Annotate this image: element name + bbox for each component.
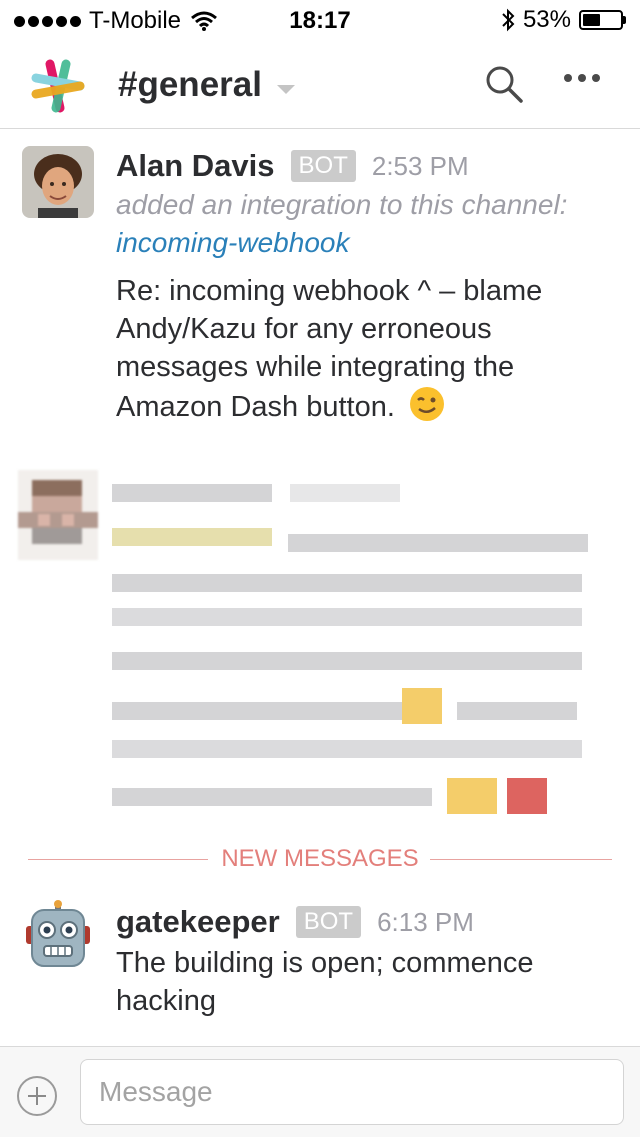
plus-icon[interactable] xyxy=(17,1076,57,1116)
message-text: Re: incoming webhook ^ – blame Andy/Kazu… xyxy=(116,272,620,426)
avatar[interactable] xyxy=(22,146,94,218)
system-message: added an integration to this channel: in… xyxy=(116,186,620,262)
slack-logo[interactable] xyxy=(28,56,88,116)
message-text: The building is open; commence hacking xyxy=(116,947,534,1017)
message-time: 6:13 PM xyxy=(377,906,474,937)
message-input[interactable] xyxy=(80,1059,624,1125)
wink-emoji xyxy=(409,387,444,421)
battery-icon xyxy=(579,10,623,30)
blurred-avatar xyxy=(18,470,98,560)
status-bar: T-Mobile 18:17 53% xyxy=(0,0,640,40)
message-composer xyxy=(0,1046,640,1137)
divider-label: NEW MESSAGES xyxy=(215,845,425,872)
system-text: added an integration to this channel: xyxy=(116,189,568,220)
channel-header: #general xyxy=(0,40,640,129)
blurred-message xyxy=(112,478,602,823)
author-name[interactable]: gatekeeper xyxy=(116,904,280,940)
bot-badge: BOT xyxy=(290,150,356,182)
message-body: Re: incoming webhook ^ – blame Andy/Kazu… xyxy=(116,275,543,423)
status-right: 53% xyxy=(501,6,626,34)
robot-icon[interactable] xyxy=(22,900,94,972)
bot-badge: BOT xyxy=(295,906,362,938)
chevron-down-icon[interactable] xyxy=(276,84,296,96)
channel-title[interactable]: #general xyxy=(118,65,262,105)
integration-link[interactable]: incoming-webhook xyxy=(116,227,349,258)
author-name[interactable]: Alan Davis xyxy=(116,148,275,184)
message-header: gatekeeper BOT 6:13 PM xyxy=(116,902,620,942)
message-time: 2:53 PM xyxy=(371,150,469,181)
new-messages-divider: NEW MESSAGES xyxy=(28,845,612,875)
message-header: Alan Davis BOT 2:53 PM xyxy=(116,146,620,186)
more-icon[interactable] xyxy=(564,74,600,82)
bluetooth-icon xyxy=(502,8,515,32)
battery-percent: 53% xyxy=(522,6,571,33)
search-icon[interactable] xyxy=(484,64,524,104)
